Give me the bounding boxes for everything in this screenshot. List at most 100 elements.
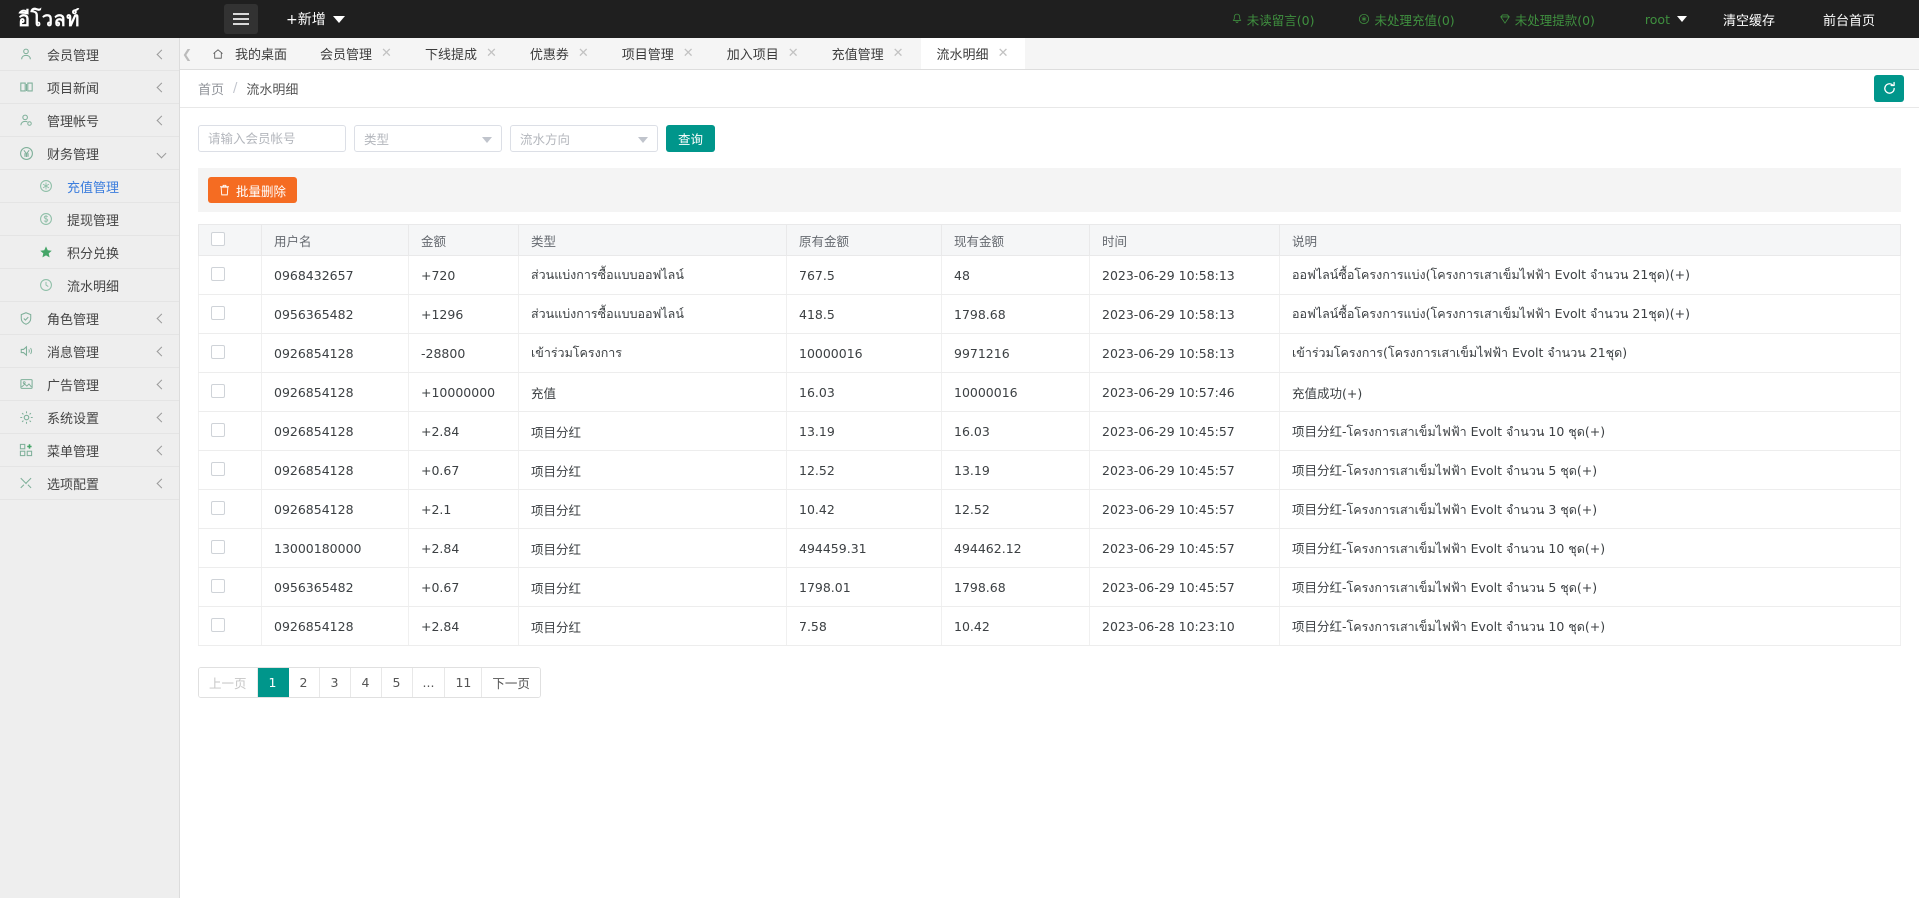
tab-4[interactable]: 项目管理✕ xyxy=(606,38,711,69)
sidebar-item-13[interactable]: 选项配置 xyxy=(0,467,179,500)
pending-withdraw-button[interactable]: 未处理提款(0) xyxy=(1477,10,1617,29)
tab-5[interactable]: 加入项目 ✕ xyxy=(711,38,816,69)
front-page-link[interactable]: 前台首页 xyxy=(1799,10,1899,29)
tab-2[interactable]: 下线提成 ✕ xyxy=(409,38,514,69)
tab-6[interactable]: 充值管理✕ xyxy=(816,38,921,69)
sidebar-item-7[interactable]: 流水明细 xyxy=(0,269,179,302)
query-button[interactable]: 查询 xyxy=(666,125,715,152)
cell-time: 2023-06-29 10:45:57 xyxy=(1090,451,1280,490)
tab-close-icon[interactable]: ✕ xyxy=(788,47,799,60)
bulk-delete-button[interactable]: 批量删除 xyxy=(208,177,297,203)
sidebar-item-label: 流水明细 xyxy=(67,276,165,295)
tab-close-icon[interactable]: ✕ xyxy=(683,47,694,60)
sidebar-item-11[interactable]: 系统设置 xyxy=(0,401,179,434)
cell-current-amount: 9971216 xyxy=(942,334,1090,373)
tab-label: 下线提成 xyxy=(425,44,477,63)
clock-icon xyxy=(36,276,56,294)
sidebar-item-8[interactable]: 角色管理 xyxy=(0,302,179,335)
row-checkbox[interactable] xyxy=(211,267,225,281)
sidebar-item-label: 系统设置 xyxy=(47,408,158,427)
row-checkbox[interactable] xyxy=(211,501,225,515)
sidebar-item-10[interactable]: 广告管理 xyxy=(0,368,179,401)
cell-description: 项目分红-โครงการเสาเข็มไฟฟ้า Evolt จำนวน 5 ช… xyxy=(1280,451,1901,490)
cell-amount: -28800 xyxy=(409,334,519,373)
tab-3[interactable]: 优惠券 ✕ xyxy=(514,38,606,69)
coin-icon xyxy=(36,177,56,195)
pagination-page-11[interactable]: 11 xyxy=(445,668,482,697)
pagination-page-5[interactable]: 5 xyxy=(382,668,413,697)
cell-type: 项目分红 xyxy=(519,490,787,529)
row-checkbox[interactable] xyxy=(211,579,225,593)
tab-label: 优惠券 xyxy=(530,44,569,63)
sidebar-item-4[interactable]: 充值管理 xyxy=(0,170,179,203)
user-menu[interactable]: root xyxy=(1617,12,1699,27)
cell-amount: +2.1 xyxy=(409,490,519,529)
cell-username: 0926854128 xyxy=(262,451,409,490)
account-search-input[interactable] xyxy=(198,125,346,152)
clear-cache-link[interactable]: 清空缓存 xyxy=(1699,10,1799,29)
sidebar-item-label: 会员管理 xyxy=(47,45,158,64)
type-select[interactable]: 类型 xyxy=(354,125,502,152)
yuan-icon xyxy=(16,144,36,162)
tab-close-icon[interactable]: ✕ xyxy=(381,47,392,60)
tab-0[interactable]: 我的桌面 xyxy=(194,38,304,69)
unread-messages-button[interactable]: 未读留言(0) xyxy=(1209,10,1337,29)
sidebar-item-5[interactable]: 提现管理 xyxy=(0,203,179,236)
tab-label: 加入项目 xyxy=(727,44,779,63)
cell-description: 项目分红-โครงการเสาเข็มไฟฟ้า Evolt จำนวน 5 ช… xyxy=(1280,568,1901,607)
table-row: 0926854128+10000000充值16.03100000162023-0… xyxy=(199,373,1901,412)
tab-7[interactable]: 流水明细✕ xyxy=(921,38,1026,69)
pagination-page-4[interactable]: 4 xyxy=(351,668,382,697)
select-all-checkbox[interactable] xyxy=(211,232,225,246)
cell-description: ออฟไลน์ซื้อโครงการแบ่ง(โครงการเสาเข็มไฟฟ… xyxy=(1280,256,1901,295)
table-row: 0926854128+2.1项目分红10.4212.522023-06-29 1… xyxy=(199,490,1901,529)
row-checkbox[interactable] xyxy=(211,423,225,437)
pagination-page-2[interactable]: 2 xyxy=(289,668,320,697)
pagination-page-3[interactable]: 3 xyxy=(320,668,351,697)
dollar-icon xyxy=(36,210,56,228)
sidebar-item-0[interactable]: 会员管理 xyxy=(0,38,179,71)
breadcrumb-home[interactable]: 首页 xyxy=(198,79,224,98)
direction-select[interactable]: 流水方向 xyxy=(510,125,658,152)
cell-original-amount: 10.42 xyxy=(787,490,942,529)
add-new-button[interactable]: +新增 xyxy=(286,9,345,29)
sidebar-item-1[interactable]: 项目新闻 xyxy=(0,71,179,104)
pagination-next[interactable]: 下一页 xyxy=(482,668,540,697)
row-checkbox[interactable] xyxy=(211,618,225,632)
type-select-value: 类型 xyxy=(364,129,389,148)
row-checkbox[interactable] xyxy=(211,306,225,320)
hamburger-icon[interactable] xyxy=(224,4,258,34)
table-row: 0956365482+1296ส่วนแบ่งการซื้อแบบออฟไลน์… xyxy=(199,295,1901,334)
cell-time: 2023-06-29 10:58:13 xyxy=(1090,256,1280,295)
row-select-cell xyxy=(199,295,262,334)
row-checkbox[interactable] xyxy=(211,540,225,554)
cell-type: เข้าร่วมโครงการ xyxy=(519,334,787,373)
tab-close-icon[interactable]: ✕ xyxy=(893,47,904,60)
refresh-button[interactable] xyxy=(1874,75,1904,102)
sidebar-item-2[interactable]: 管理帐号 xyxy=(0,104,179,137)
row-checkbox[interactable] xyxy=(211,384,225,398)
top-bar: อีโวลท์ +新增 未读留言(0) 未处理充值(0) xyxy=(0,0,1919,38)
diamond-icon xyxy=(1499,13,1511,25)
pagination-page-1[interactable]: 1 xyxy=(258,668,289,697)
tab-label: 会员管理 xyxy=(320,44,372,63)
cell-description: 充值成功(+) xyxy=(1280,373,1901,412)
pending-recharge-button[interactable]: 未处理充值(0) xyxy=(1336,10,1476,29)
sidebar-item-12[interactable]: 菜单管理 xyxy=(0,434,179,467)
cell-original-amount: 16.03 xyxy=(787,373,942,412)
cell-amount: +2.84 xyxy=(409,412,519,451)
sidebar-item-9[interactable]: 消息管理 xyxy=(0,335,179,368)
tab-close-icon[interactable]: ✕ xyxy=(578,47,589,60)
cell-type: 充值 xyxy=(519,373,787,412)
tabs-collapse-icon[interactable]: ❮ xyxy=(180,38,194,69)
sidebar-item-3[interactable]: 财务管理 xyxy=(0,137,179,170)
tab-close-icon[interactable]: ✕ xyxy=(998,47,1009,60)
sidebar-item-label: 广告管理 xyxy=(47,375,158,394)
table-header-row: 用户名 金额 类型 原有金额 现有金额 时间 说明 xyxy=(199,225,1901,256)
cell-username: 0926854128 xyxy=(262,373,409,412)
tab-1[interactable]: 会员管理 ✕ xyxy=(304,38,409,69)
row-checkbox[interactable] xyxy=(211,345,225,359)
tab-close-icon[interactable]: ✕ xyxy=(486,47,497,60)
row-checkbox[interactable] xyxy=(211,462,225,476)
sidebar-item-6[interactable]: 积分兑换 xyxy=(0,236,179,269)
